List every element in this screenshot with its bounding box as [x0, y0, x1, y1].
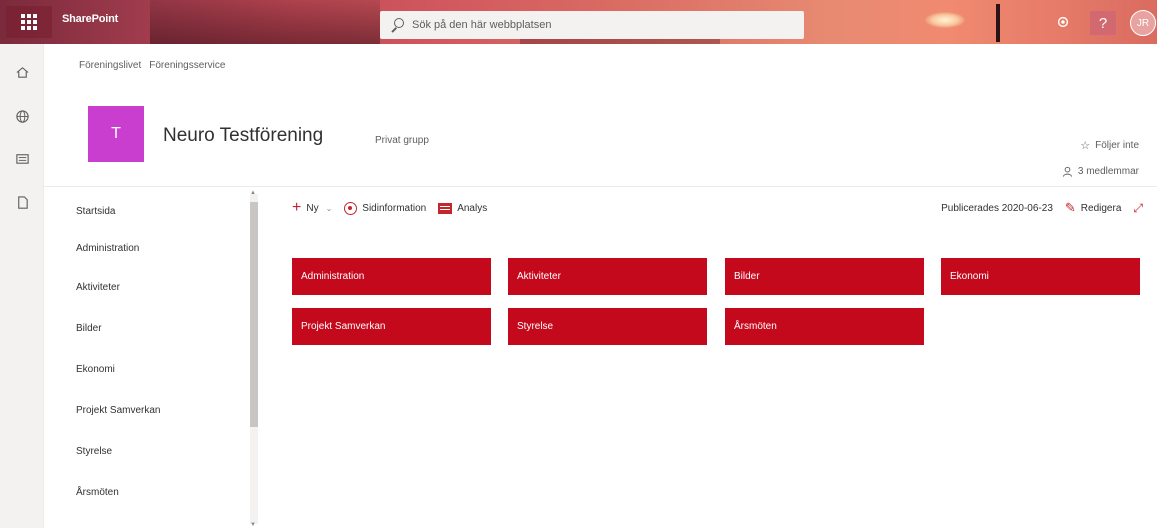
pencil-icon: ✎ [1064, 200, 1076, 215]
quick-link-bilder[interactable]: Bilder [725, 258, 924, 295]
edit-label: Redigera [1080, 202, 1122, 214]
analytics-label: Analys [457, 202, 488, 214]
quick-link-aktiviteter[interactable]: Aktiviteter [508, 258, 707, 295]
search-icon [390, 18, 404, 32]
appbar-home-button[interactable] [8, 58, 36, 86]
follow-button[interactable]: ☆ Följer inte [1080, 139, 1139, 152]
breadcrumb: Föreningslivet Föreningsservice [79, 60, 225, 71]
header-background-image [150, 0, 380, 44]
person-icon [1062, 166, 1072, 177]
chevron-down-icon: ⌄ [325, 203, 333, 213]
site-privacy-label: Privat grupp [375, 135, 429, 146]
settings-button[interactable] [1052, 11, 1074, 33]
command-bar-right: Publicerades 2020-06-23 ✎ Redigera ⤢ [941, 196, 1143, 220]
quick-link-arsmoten[interactable]: Årsmöten [725, 308, 924, 345]
edit-button[interactable]: ✎ Redigera [1065, 200, 1122, 216]
new-button[interactable]: + Ny ⌄ [292, 200, 332, 216]
page-details-label: Sidinformation [362, 202, 427, 214]
help-button[interactable]: ? [1090, 11, 1116, 35]
star-icon: ☆ [1080, 140, 1091, 152]
nav-scrollbar[interactable]: ▲ ▼ [248, 190, 260, 528]
app-launcher-button[interactable] [6, 6, 52, 38]
avatar[interactable]: JR [1130, 10, 1156, 36]
nav-item-administration[interactable]: Administration [76, 243, 139, 254]
nav-item-arsmoten[interactable]: Årsmöten [76, 487, 119, 498]
nav-item-aktiviteter[interactable]: Aktiviteter [76, 282, 120, 293]
appbar-files-button[interactable] [8, 188, 36, 216]
nav-item-projekt-samverkan[interactable]: Projekt Samverkan [76, 405, 160, 416]
left-navigation: Startsida Administration Aktiviteter Bil… [62, 186, 258, 528]
expand-icon[interactable]: ⤢ [1133, 201, 1143, 216]
follow-label: Följer inte [1095, 140, 1139, 151]
members-button[interactable]: 3 medlemmar [1062, 166, 1139, 177]
app-bar [0, 44, 44, 528]
analytics-icon [438, 202, 453, 214]
nav-item-bilder[interactable]: Bilder [76, 323, 102, 334]
nav-item-ekonomi[interactable]: Ekonomi [76, 364, 115, 375]
document-icon [17, 195, 28, 209]
analytics-button[interactable]: Analys [438, 202, 488, 214]
command-bar: + Ny ⌄ Sidinformation Analys [292, 196, 499, 220]
gear-icon [1057, 16, 1069, 28]
scrollbar-thumb[interactable] [250, 202, 258, 427]
plus-icon: + [292, 199, 302, 216]
nav-item-startsida[interactable]: Startsida [76, 206, 115, 217]
nav-item-styrelse[interactable]: Styrelse [76, 446, 112, 457]
brand-label[interactable]: SharePoint [62, 13, 118, 25]
quick-link-projekt-samverkan[interactable]: Projekt Samverkan [292, 308, 491, 345]
published-status: Publicerades 2020-06-23 [941, 202, 1053, 214]
quick-link-ekonomi[interactable]: Ekonomi [941, 258, 1140, 295]
breadcrumb-item[interactable]: Föreningslivet [79, 60, 141, 71]
page-details-icon [344, 201, 358, 215]
search-box[interactable] [380, 11, 804, 39]
quick-link-administration[interactable]: Administration [292, 258, 491, 295]
home-icon [16, 66, 28, 78]
members-label: 3 medlemmar [1077, 166, 1139, 177]
header-background-sun [925, 12, 965, 28]
quick-link-styrelse[interactable]: Styrelse [508, 308, 707, 345]
globe-icon [15, 109, 29, 123]
appbar-sites-button[interactable] [8, 102, 36, 130]
scroll-up-icon[interactable]: ▲ [250, 190, 256, 196]
site-logo[interactable]: T [88, 106, 144, 162]
news-icon [15, 153, 29, 164]
page-details-button[interactable]: Sidinformation [344, 201, 427, 215]
suite-bar: SharePoint ? JR [0, 0, 1157, 44]
scroll-down-icon[interactable]: ▼ [250, 522, 256, 528]
search-input[interactable] [412, 19, 772, 31]
appbar-news-button[interactable] [8, 144, 36, 172]
header-background-pole [996, 4, 1000, 42]
page-title[interactable]: Neuro Testförening [163, 125, 323, 147]
breadcrumb-item[interactable]: Föreningsservice [149, 60, 225, 71]
new-label: Ny [306, 202, 319, 214]
waffle-icon [21, 14, 37, 30]
